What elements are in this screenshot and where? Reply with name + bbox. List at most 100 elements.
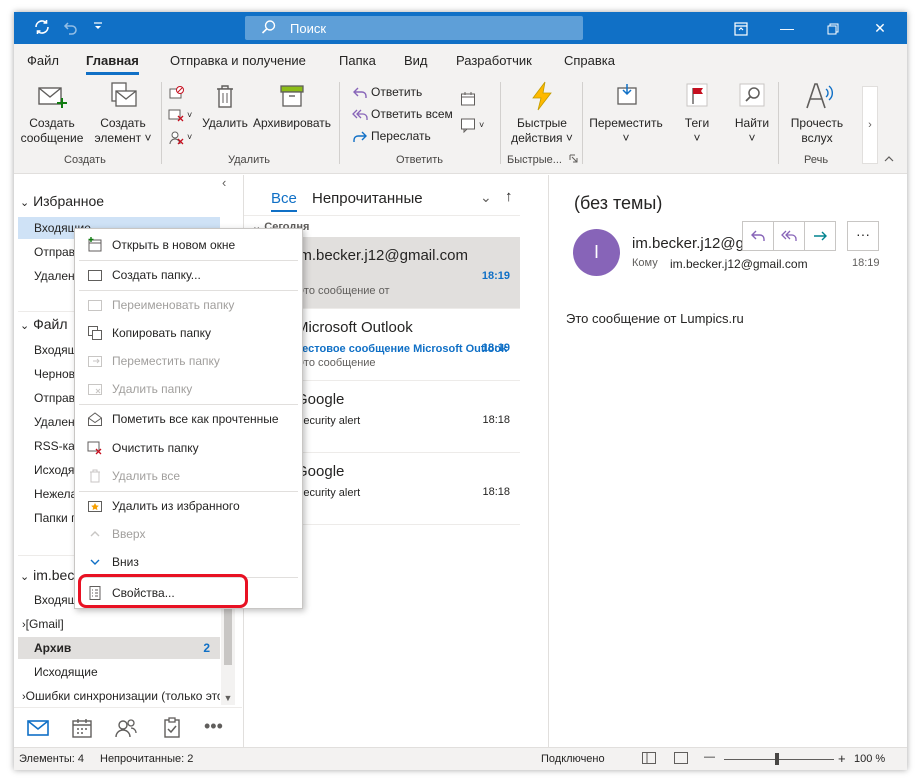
reply-all-button[interactable] [773,221,805,251]
message-sender: Google [296,391,345,408]
favorites-header[interactable]: ⌄ Избранное [20,193,104,209]
tab-home[interactable]: Главная [86,53,139,75]
zoom-slider[interactable] [724,759,834,760]
tab-view[interactable]: Вид [404,53,428,68]
menu-delete-folder[interactable]: Удалить папку [75,377,302,401]
message-time: 18:18 [482,486,510,498]
mail-icon[interactable] [26,716,50,740]
menu-move-up[interactable]: Вверх [75,522,302,546]
collapse-folder-pane-icon[interactable]: ‹ [222,175,226,190]
menu-clean-up-folder[interactable]: Очистить папку [75,436,302,460]
menu-copy-folder[interactable]: Копировать папку [75,321,302,345]
tags-button[interactable]: Теги ˅ [676,80,718,146]
tab-folder[interactable]: Папка [339,53,376,68]
normal-view-icon[interactable] [642,752,656,767]
undo-icon[interactable] [60,18,80,38]
reply-button[interactable] [742,221,774,251]
zoom-slider-thumb[interactable] [775,753,779,765]
meeting-button[interactable] [460,88,479,108]
zoom-out-button[interactable]: — [704,751,715,763]
to-label: Кому [632,257,658,269]
restore-button[interactable] [810,12,856,44]
menu-remove-from-favorites[interactable]: Удалить из избранного [75,494,302,518]
reply-button[interactable]: Ответить [352,82,422,102]
menu-mark-all-read[interactable]: Пометить все как прочтенные [75,407,302,431]
recipient-address[interactable]: im.becker.j12@gmail.com [670,257,808,271]
sender-name[interactable]: im.becker.j12@gmail.com [632,235,742,252]
lightning-icon [532,81,552,111]
tab-all-messages[interactable]: Все [271,190,297,212]
ribbon-scroll-right-icon[interactable]: › [862,86,878,164]
collapse-ribbon-icon[interactable] [882,154,896,168]
read-aloud-button[interactable]: Прочесть вслух [784,80,850,146]
forward-button[interactable] [804,221,836,251]
group-separator [582,82,583,164]
received-time: 18:19 [852,257,880,269]
search-icon [261,20,276,34]
scrollbar-thumb[interactable] [224,605,232,665]
tab-send-receive[interactable]: Отправка и получение [170,53,306,68]
zoom-in-button[interactable]: + [838,751,846,766]
forward-button[interactable]: Переслать [352,126,431,146]
ignore-button[interactable] [168,82,187,102]
search-input[interactable]: Поиск [245,16,583,40]
ribbon-display-options-icon[interactable] [718,12,764,44]
reply-all-icon [352,109,368,120]
tab-unread-messages[interactable]: Непрочитанные [312,190,423,207]
menu-move-folder[interactable]: Переместить папку [75,349,302,373]
zoom-level[interactable]: 100 % [854,753,885,765]
tasks-icon[interactable] [160,716,184,740]
new-email-button[interactable]: Создать сообщение [20,80,84,146]
clean-up-button[interactable]: ˅ [168,104,192,124]
quick-access-dropdown-icon[interactable] [88,18,108,38]
folder-context-menu: Открыть в новом окне Создать папку... Пе… [74,228,303,609]
menu-open-new-window[interactable]: Открыть в новом окне [75,233,302,257]
tab-developer[interactable]: Разработчик [456,53,532,68]
message-subject: Security alert [296,487,361,499]
unread-count: Непрочитанные: 2 [100,753,194,765]
scroll-down-icon[interactable]: ▼ [221,691,235,705]
find-button[interactable]: Найти ˅ [730,80,774,146]
folder-archive[interactable]: Архив 2 [18,637,220,659]
folder-gmail-group[interactable]: ›[Gmail] [18,613,220,635]
menu-new-folder[interactable]: Создать папку... [75,263,302,287]
junk-button[interactable]: ˅ [168,126,192,146]
status-bar: Элементы: 4 Непрочитанные: 2 Подключено … [14,747,907,770]
sync-icon[interactable] [32,18,52,38]
mark-read-icon [88,412,102,426]
more-apps-icon[interactable]: ••• [204,716,228,740]
minimize-button[interactable]: — [764,12,810,44]
reply-all-button[interactable]: Ответить всем [352,104,453,124]
new-item-button[interactable]: Создать элемент ˅ [90,80,156,146]
ignore-icon [169,85,184,99]
folder-pane-scrollbar[interactable]: ▼ [221,605,235,705]
ribbon: Создать сообщение Создать элемент ˅ Созд… [14,76,907,174]
tab-help[interactable]: Справка [564,53,615,68]
menu-move-down[interactable]: Вниз [75,550,302,574]
more-respond-button[interactable]: ˅ [460,114,484,134]
unread-count-badge: 2 [203,641,210,655]
find-icon [739,83,765,107]
dialog-launcher-icon[interactable] [569,152,578,166]
file-account-header[interactable]: ⌄ Файл [20,316,68,332]
folder-sync-errors[interactable]: ›Ошибки синхронизации (только этот компь… [18,685,220,707]
menu-delete-all[interactable]: Удалить все [75,464,302,488]
menu-rename-folder[interactable]: Переименовать папку [75,293,302,317]
people-icon[interactable] [114,716,138,740]
move-folder-icon [88,356,102,367]
folder-gmail-outbox[interactable]: Исходящие [18,661,220,683]
avatar[interactable]: I [573,229,620,276]
clean-up-icon [168,109,184,122]
sort-up-icon[interactable]: ↑ [505,188,513,205]
delete-button[interactable]: Удалить [200,80,250,131]
reply-icon [751,230,765,241]
move-button[interactable]: Переместить ˅ [588,80,664,146]
quick-steps-button[interactable]: Быстрые действия ˅ [508,80,576,146]
archive-button[interactable]: Архивировать [252,80,332,131]
close-button[interactable]: ✕ [857,12,903,44]
reading-view-icon[interactable] [674,752,688,767]
filter-dropdown-icon[interactable]: ⌄ [480,189,492,206]
tab-file[interactable]: Файл [27,53,59,68]
more-actions-button[interactable]: ··· [847,221,879,251]
calendar-icon[interactable] [70,716,94,740]
